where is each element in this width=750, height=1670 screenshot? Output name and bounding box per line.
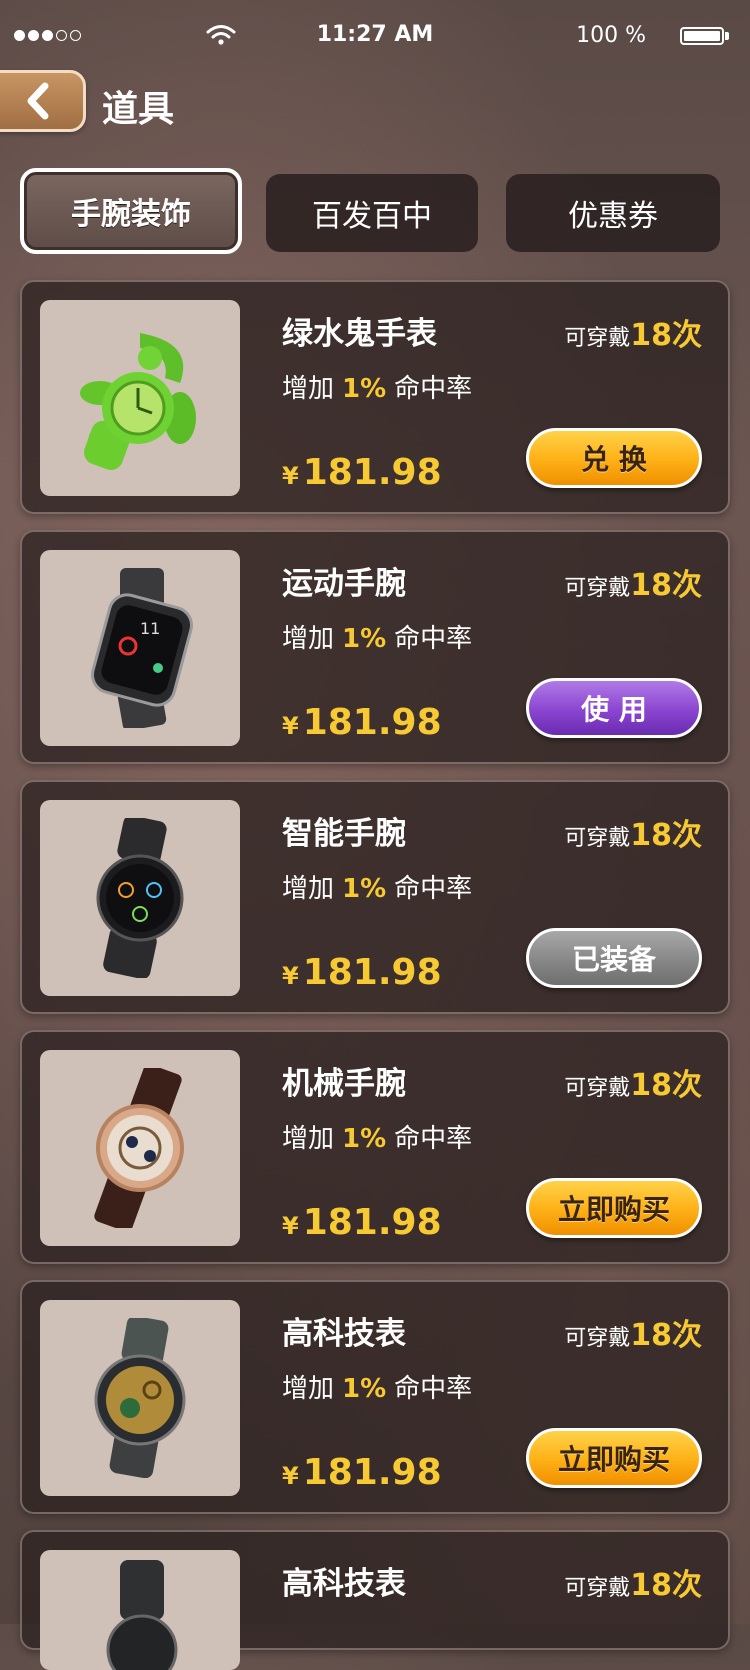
- list-item: 智能手腕 可穿戴18次 增加 1% 命中率 ¥181.98 已装备: [20, 780, 730, 1014]
- item-price: ¥181.98: [282, 1452, 442, 1493]
- hitech-watch-image: [40, 1550, 240, 1670]
- buy-now-button[interactable]: 立即购买: [526, 1428, 702, 1488]
- list-item: 机械手腕 可穿戴18次 增加 1% 命中率 ¥181.98 立即购买: [20, 1030, 730, 1264]
- item-price: ¥181.98: [282, 952, 442, 993]
- item-price: ¥181.98: [282, 1202, 442, 1243]
- buff-info: 增加 1% 命中率: [282, 374, 473, 404]
- buff-info: 增加 1% 命中率: [282, 1124, 473, 1154]
- item-name: 高科技表: [282, 1316, 406, 1352]
- wear-info: 可穿戴18次: [564, 1568, 702, 1603]
- tab-wrist-decoration[interactable]: 手腕装饰: [20, 168, 242, 254]
- page-title: 道具: [102, 89, 175, 130]
- buff-info: 增加 1% 命中率: [282, 874, 473, 904]
- category-tabs: 手腕装饰 百发百中 优惠券: [20, 166, 730, 254]
- status-bar: 11:27 AM 100 %: [0, 0, 750, 72]
- exchange-button[interactable]: 兑 换: [526, 428, 702, 488]
- buff-info: 增加 1% 命中率: [282, 624, 473, 654]
- use-button[interactable]: 使 用: [526, 678, 702, 738]
- wear-info: 可穿戴18次: [564, 318, 702, 353]
- item-name: 高科技表: [282, 1566, 406, 1602]
- battery-cap: [725, 32, 729, 40]
- svg-text:11: 11: [140, 619, 160, 638]
- wear-info: 可穿戴18次: [564, 1068, 702, 1103]
- back-button[interactable]: [0, 70, 86, 132]
- sport-smartwatch-image: 11: [40, 550, 240, 746]
- mechanical-watch-image: [40, 1050, 240, 1246]
- chevron-left-icon: [27, 82, 49, 120]
- list-item: 高科技表 可穿戴18次: [20, 1530, 730, 1670]
- wear-info: 可穿戴18次: [564, 568, 702, 603]
- green-turtle-watch-image: [40, 300, 240, 496]
- smart-watch-image: [40, 800, 240, 996]
- tab-coupons[interactable]: 优惠券: [506, 174, 720, 252]
- list-item: 绿水鬼手表 可穿戴18次 增加 1% 命中率 ¥181.98 兑 换: [20, 280, 730, 514]
- item-name: 智能手腕: [282, 816, 406, 852]
- buff-info: 增加 1% 命中率: [282, 1374, 473, 1404]
- list-item: 高科技表 可穿戴18次 增加 1% 命中率 ¥181.98 立即购买: [20, 1280, 730, 1514]
- tab-accuracy[interactable]: 百发百中: [266, 174, 478, 252]
- list-item: 11 运动手腕 可穿戴18次 增加 1% 命中率 ¥181.98 使 用: [20, 530, 730, 764]
- battery-percent: 100 %: [576, 23, 646, 48]
- buy-now-button[interactable]: 立即购买: [526, 1178, 702, 1238]
- wear-info: 可穿戴18次: [564, 1318, 702, 1353]
- battery-icon: [680, 27, 724, 45]
- hitech-watch-image: [40, 1300, 240, 1496]
- item-name: 运动手腕: [282, 566, 406, 602]
- item-name: 绿水鬼手表: [282, 316, 437, 352]
- item-price: ¥181.98: [282, 702, 442, 743]
- wear-info: 可穿戴18次: [564, 818, 702, 853]
- item-name: 机械手腕: [282, 1066, 406, 1102]
- equipped-button[interactable]: 已装备: [526, 928, 702, 988]
- item-price: ¥181.98: [282, 452, 442, 493]
